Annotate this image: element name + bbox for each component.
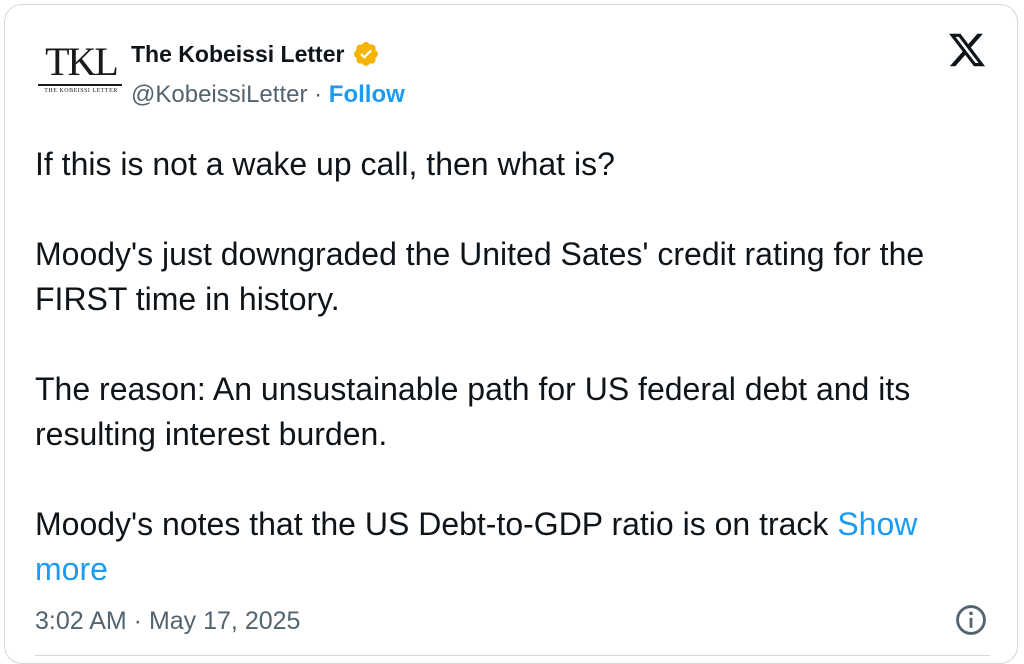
author-name[interactable]: The Kobeissi Letter — [131, 40, 344, 68]
tweet-paragraph-3: The reason: An unsustainable path for US… — [35, 371, 911, 452]
tweet-paragraph-4-text: Moody's notes that the US Debt-to-GDP ra… — [35, 506, 829, 542]
author-avatar[interactable]: TKL THE KOBEISSI LETTER — [36, 38, 126, 98]
tweet-timestamp[interactable]: 3:02 AM · May 17, 2025 — [35, 605, 300, 637]
tweet-text: If this is not a wake up call, then what… — [35, 142, 995, 592]
author-handle[interactable]: @KobeissiLetter — [131, 81, 307, 108]
info-icon[interactable] — [954, 603, 988, 637]
author-name-row[interactable]: The Kobeissi Letter — [131, 40, 380, 68]
tweet-paragraph-4: Moody's notes that the US Debt-to-GDP ra… — [35, 502, 995, 592]
separator-dot: · — [314, 81, 323, 108]
logo-mark: TKL — [45, 39, 119, 84]
logo-rule — [38, 84, 122, 86]
logo-subtext: THE KOBEISSI LETTER — [44, 88, 118, 94]
tweet-paragraph-2: Moody's just downgraded the United Sates… — [35, 236, 925, 317]
verified-badge-icon — [354, 42, 379, 66]
tweet-paragraph-1: If this is not a wake up call, then what… — [35, 146, 615, 182]
divider — [35, 655, 990, 656]
x-logo-icon[interactable] — [946, 30, 988, 70]
author-handle-row: @KobeissiLetter · Follow — [131, 81, 405, 109]
follow-button[interactable]: Follow — [329, 81, 405, 108]
